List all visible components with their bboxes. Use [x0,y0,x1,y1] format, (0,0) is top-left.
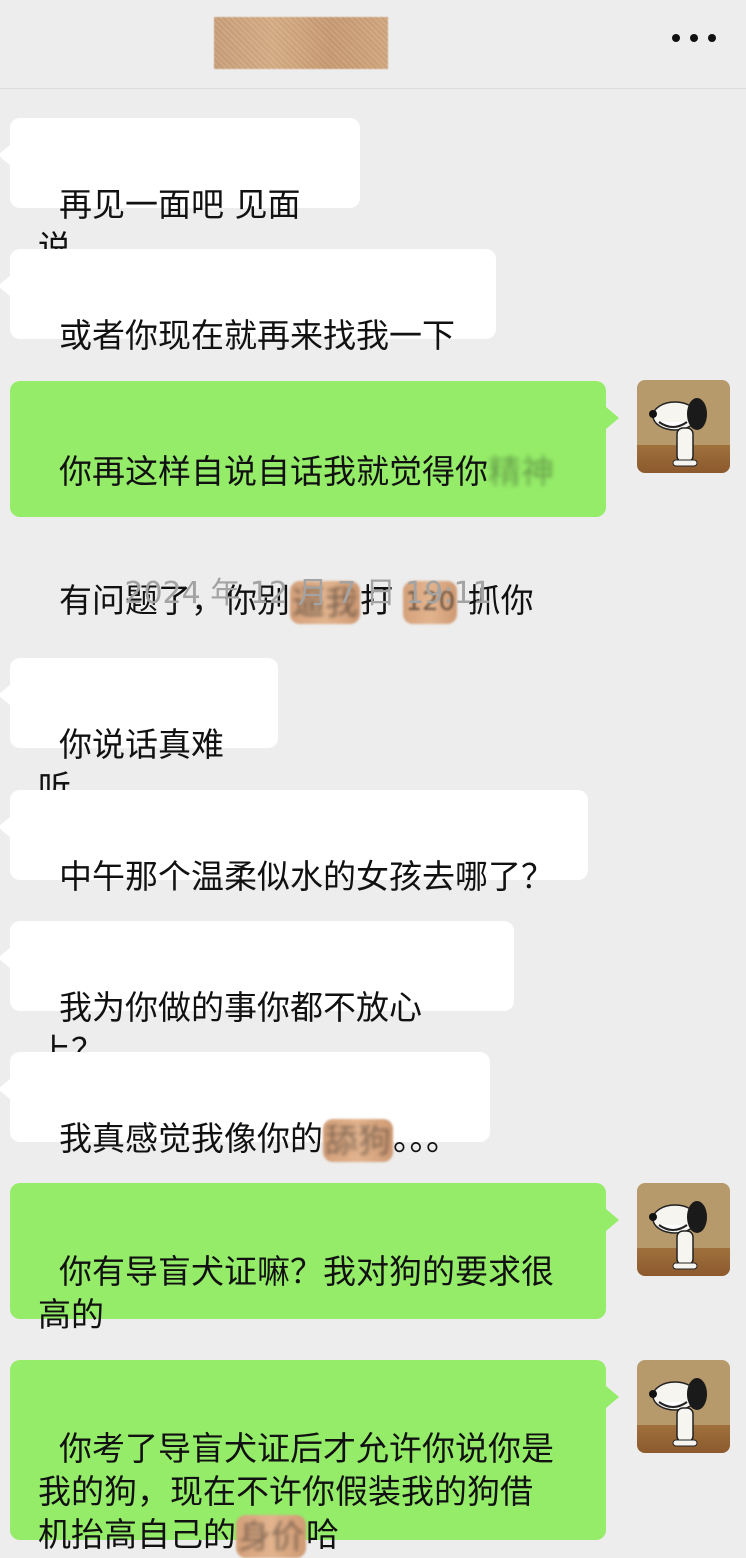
chat-header [0,0,746,89]
redaction-blur: 身价 [236,1515,306,1558]
message-bubble-incoming[interactable]: 再见一面吧 见面说 [0,118,360,267]
message-text-redacted: 精神 [487,452,554,491]
message-bubble-incoming[interactable]: 或者你现在就再来找我一下 [0,249,496,355]
snoopy-avatar[interactable] [637,1183,730,1276]
more-dots-icon[interactable] [672,28,716,48]
message-text: 或者你现在就再来找我一下 [58,316,455,355]
message-bubble-incoming[interactable]: 我为你做的事你都不放心上？ [0,921,514,1070]
message-bubble-outgoing[interactable]: 你再这样自说自话我就觉得你精神 有问题了，你别逼我打 120 抓你 [10,381,619,624]
message-text: 哈 [306,1515,339,1554]
message-bubble-incoming[interactable]: 我真感觉我像你的舔狗。。。 [0,1052,490,1162]
message-text: 。。。 [392,1119,459,1158]
message-bubble-incoming[interactable]: 你说话真难听 [0,658,278,807]
redacted-contact-name [214,17,388,69]
snoopy-avatar[interactable] [637,380,730,473]
redaction-blur: 舔狗 [322,1119,393,1162]
message-bubble-incoming[interactable]: 中午那个温柔似水的女孩去哪了？ [0,790,588,896]
message-text: 你有导盲犬证嘛？我对狗的要求很 高的 [38,1252,554,1334]
message-text: 你再这样自说自话我就觉得你 [58,452,488,491]
snoopy-avatar[interactable] [637,1360,730,1453]
timestamp: 2024 年 12 月 7 日 19:11 [124,576,492,611]
message-text: 我真感觉我像你的 [58,1119,323,1158]
message-bubble-outgoing[interactable]: 你考了导盲犬证后才允许你说你是 我的狗，现在不许你假装我的狗借 机抬高自己的身价… [10,1360,619,1558]
message-text: 中午那个温柔似水的女孩去哪了？ [58,857,554,896]
message-bubble-outgoing[interactable]: 你有导盲犬证嘛？我对狗的要求很 高的 [10,1183,619,1334]
